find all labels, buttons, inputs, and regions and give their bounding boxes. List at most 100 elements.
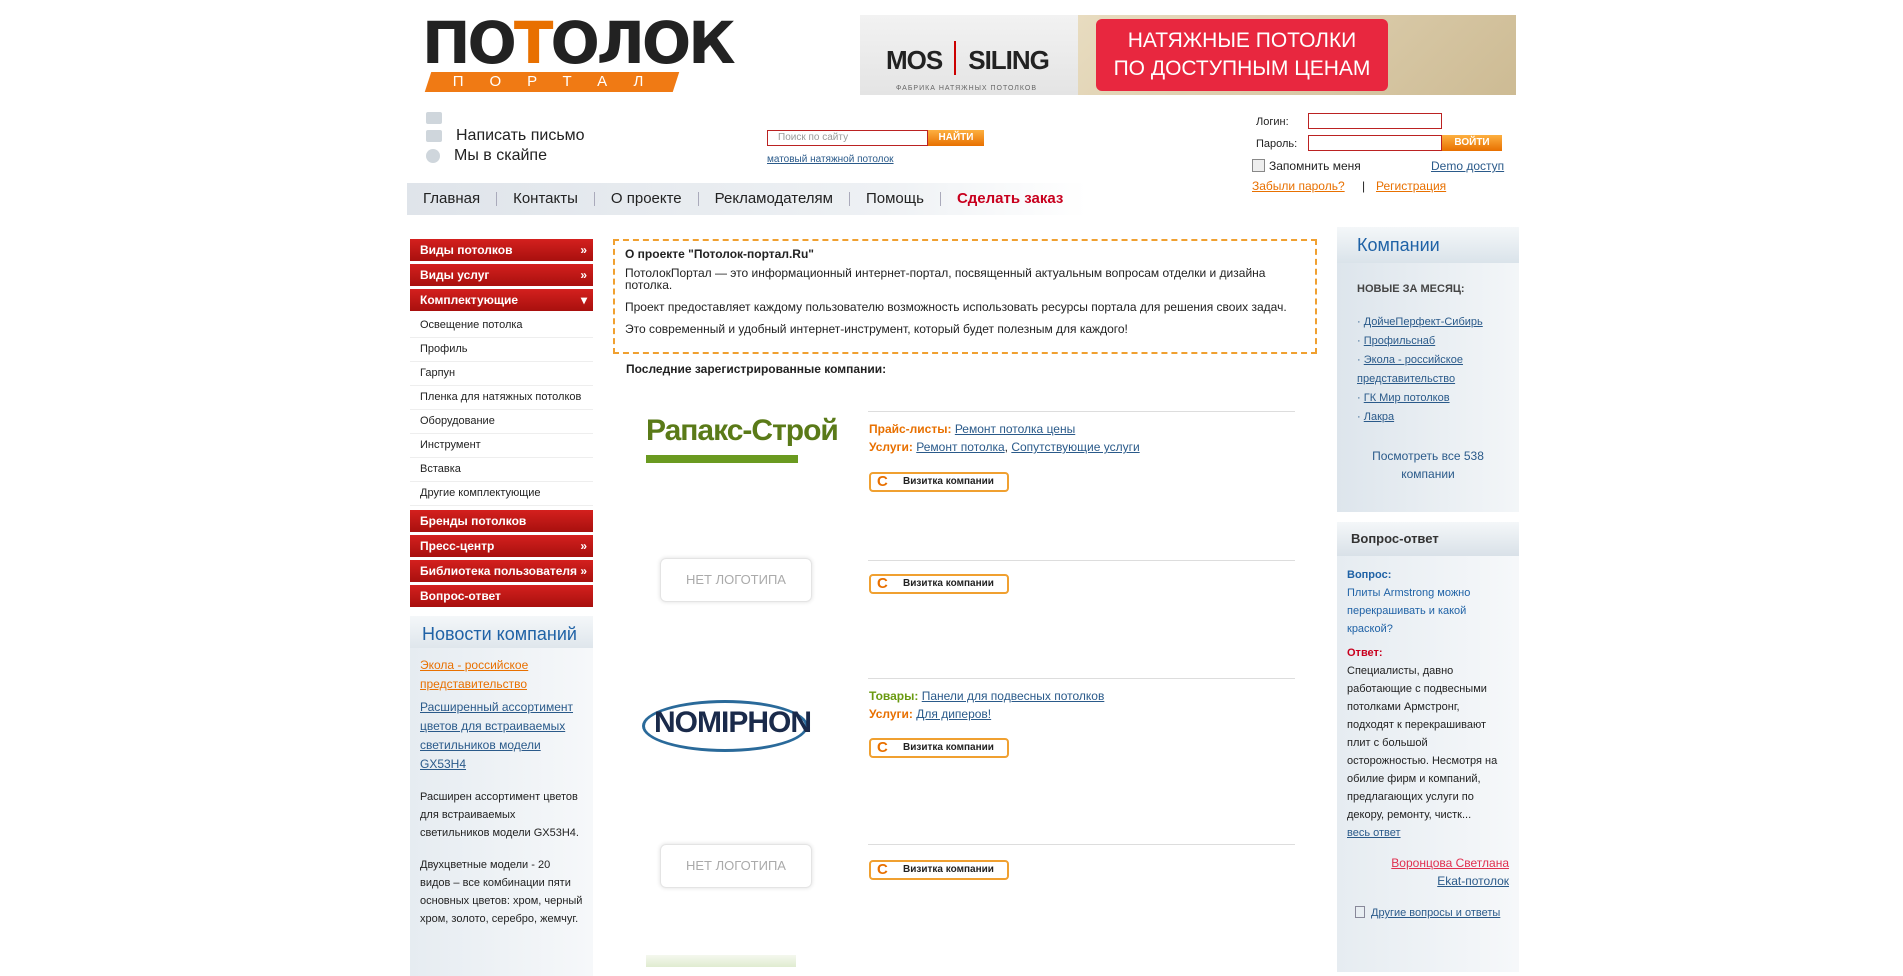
menu-press[interactable]: Пресс-центр»: [410, 535, 593, 557]
divider: [868, 844, 1295, 845]
phone-icon: [426, 112, 442, 124]
search-hint-link[interactable]: матовый натяжной потолок: [767, 154, 984, 165]
new-companies-list: ДойчеПерфект-Сибирь Профильснаб Экола - …: [1337, 313, 1519, 427]
forgot-password-link[interactable]: Забыли пароль?: [1252, 179, 1345, 193]
mail-icon: [426, 130, 442, 142]
list-item[interactable]: ГК Мир потолков: [1357, 389, 1499, 408]
nav-home[interactable]: Главная: [407, 191, 498, 206]
search-button[interactable]: НАЙТИ: [928, 130, 984, 146]
list-item[interactable]: Экола - российское представительство: [1357, 351, 1499, 389]
goods-link[interactable]: Панели для подвесных потолков: [922, 689, 1105, 703]
about-box: О проекте "Потолок-портал.Ru" ПотолокПор…: [613, 239, 1317, 354]
contact-links: Написать письмо Мы в скайпе: [426, 110, 585, 166]
all-companies-link[interactable]: Посмотреть все 538 компании: [1337, 447, 1519, 483]
nav-about[interactable]: О проекте: [595, 191, 699, 206]
banner-brand: MOS SILING: [886, 41, 1050, 76]
answer-label: Ответ:: [1347, 647, 1383, 659]
remember-checkbox[interactable]: [1252, 159, 1265, 172]
submenu-tools[interactable]: Инструмент: [410, 434, 593, 458]
skype-link[interactable]: Мы в скайпе: [426, 146, 585, 166]
double-arrow-icon: »: [580, 268, 587, 282]
password-input[interactable]: [1308, 135, 1442, 151]
answer-author[interactable]: Воронцова Светлана: [1347, 854, 1509, 872]
company-card-button[interactable]: С Визитка компании: [869, 472, 1009, 492]
company-card-button[interactable]: С Визитка компании: [869, 860, 1009, 880]
company-card-button[interactable]: С Визитка компании: [869, 738, 1009, 758]
banner-line-1: НАТЯЖНЫЕ ПОТОЛКИ: [1127, 29, 1357, 52]
login-button[interactable]: ВОЙТИ: [1442, 135, 1502, 151]
menu-qa[interactable]: Вопрос-ответ: [410, 585, 593, 607]
document-icon: [1355, 906, 1365, 918]
write-letter-link[interactable]: Написать письмо: [426, 126, 585, 146]
news-headline-link[interactable]: Расширенный ассортимент цветов для встра…: [420, 698, 583, 774]
company-news-panel: Новости компаний Экола - российское пред…: [410, 616, 593, 976]
submenu-insert[interactable]: Вставка: [410, 458, 593, 482]
banner-line-2: ПО ДОСТУПНЫМ ЦЕНАМ: [1113, 57, 1371, 80]
portal-icon: С: [877, 739, 888, 756]
menu-components[interactable]: Комплектующие ▾: [410, 289, 593, 311]
site-logo[interactable]: ПОТОЛОК ПОРТАЛ: [422, 9, 736, 92]
company-card-button[interactable]: С Визитка компании: [869, 574, 1009, 594]
company-logo[interactable]: NOMIPHON: [640, 678, 812, 758]
banner-subtitle: ФАБРИКА НАТЯЖНЫХ ПОТОЛКОВ: [886, 77, 1037, 95]
price-link[interactable]: Ремонт потолка цены: [955, 422, 1075, 436]
no-logo-placeholder: НЕТ ЛОГОТИПА: [660, 844, 812, 888]
news-company-link[interactable]: Экола - российское представительство: [420, 656, 583, 694]
search-form: Поиск по сайту НАЙТИ матовый натяжной пот…: [767, 130, 984, 165]
other-questions-link[interactable]: Другие вопросы и ответы: [1347, 904, 1509, 922]
list-item[interactable]: Профильснаб: [1357, 332, 1499, 351]
search-input[interactable]: Поиск по сайту: [767, 130, 928, 146]
demo-access-link[interactable]: Demo доступ: [1431, 159, 1504, 173]
banner-brand-area: MOS SILING ФАБРИКА НАТЯЖНЫХ ПОТОЛКОВ: [860, 15, 1078, 95]
nav-help[interactable]: Помощь: [850, 191, 941, 206]
companies-panel: Компании НОВЫЕ ЗА МЕСЯЦ: ДойчеПерфект-Си…: [1337, 227, 1519, 512]
nav-advertisers[interactable]: Рекламодателям: [699, 191, 850, 206]
service-link[interactable]: Сопутствующие услуги: [1011, 440, 1139, 454]
login-separator: |: [1362, 179, 1366, 193]
menu-library[interactable]: Библиотека пользователя»: [410, 560, 593, 582]
ad-banner[interactable]: MOS SILING ФАБРИКА НАТЯЖНЫХ ПОТОЛКОВ НАТЯ…: [860, 15, 1516, 95]
service-link[interactable]: Для диперов!: [916, 707, 991, 721]
divider: [868, 411, 1295, 412]
about-text-1: ПотолокПортал — это информационный интер…: [625, 266, 1266, 292]
full-answer-link[interactable]: весь ответ: [1347, 824, 1509, 842]
service-link[interactable]: Ремонт потолка: [916, 440, 1004, 454]
logo-word: ПОТОЛОК: [422, 9, 736, 77]
submenu-profile[interactable]: Профиль: [410, 338, 593, 362]
qa-title: Вопрос-ответ: [1337, 522, 1519, 556]
list-item[interactable]: ДойчеПерфект-Сибирь: [1357, 313, 1499, 332]
question-text[interactable]: Плиты Armstrong можно перекрашивать и ка…: [1347, 584, 1509, 638]
double-arrow-icon: »: [580, 564, 587, 578]
register-link[interactable]: Регистрация: [1376, 179, 1446, 193]
companies-title: Компании: [1337, 227, 1519, 263]
news-text-1: Расширен ассортимент цветов для встраива…: [420, 791, 579, 839]
qa-panel: Вопрос-ответ Вопрос: Плиты Armstrong мож…: [1337, 522, 1519, 972]
portal-icon: С: [877, 861, 888, 878]
left-menu: Виды потолков» Виды услуг» Комплектующие…: [410, 239, 593, 610]
phone-row: [426, 110, 585, 126]
about-title: О проекте "Потолок-портал.Ru": [625, 247, 814, 261]
menu-brands[interactable]: Бренды потолков: [410, 510, 593, 532]
banner-pill: НАТЯЖНЫЕ ПОТОЛКИ ПО ДОСТУПНЫМ ЦЕНАМ: [1096, 19, 1388, 91]
company-logo[interactable]: [646, 955, 796, 967]
list-item[interactable]: Лакра: [1357, 408, 1499, 427]
submenu-harpoon[interactable]: Гарпун: [410, 362, 593, 386]
company-logo[interactable]: Рапакс-Строй: [646, 411, 839, 463]
news-text-2: Двухцветные модели - 20 видов – все комб…: [420, 859, 583, 925]
double-arrow-icon: »: [580, 539, 587, 553]
remember-me[interactable]: Запомнить меня: [1252, 159, 1361, 173]
submenu-lighting[interactable]: Освещение потолка: [410, 314, 593, 338]
question-label: Вопрос:: [1347, 569, 1392, 581]
nav-order[interactable]: Сделать заказ: [941, 191, 1079, 206]
answer-company[interactable]: Ekat-потолок: [1347, 872, 1509, 890]
nav-contacts[interactable]: Контакты: [497, 191, 595, 206]
about-text-3: Это современный и удобный интернет-инстр…: [625, 322, 1128, 336]
submenu-other[interactable]: Другие комплектующие: [410, 482, 593, 506]
submenu-film[interactable]: Пленка для натяжных потолков: [410, 386, 593, 410]
login-input[interactable]: [1308, 113, 1442, 129]
password-label: Пароль:: [1256, 138, 1298, 150]
logo-bar: [646, 455, 798, 463]
menu-service-types[interactable]: Виды услуг»: [410, 264, 593, 286]
menu-ceiling-types[interactable]: Виды потолков»: [410, 239, 593, 261]
submenu-equipment[interactable]: Оборудование: [410, 410, 593, 434]
